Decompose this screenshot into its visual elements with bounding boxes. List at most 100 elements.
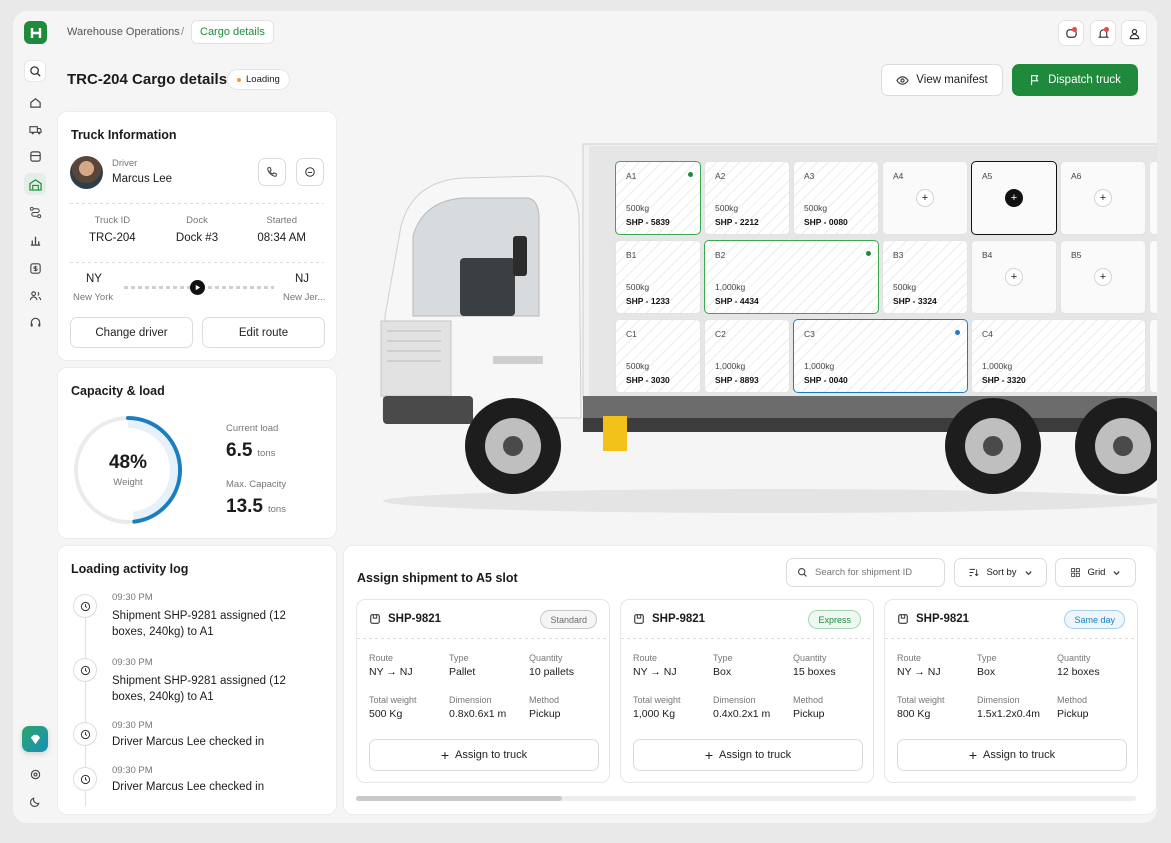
shipment-header: SHP-9821 bbox=[369, 613, 441, 625]
current-load-label: Current load bbox=[226, 423, 279, 434]
slot-weight: 500kg bbox=[626, 282, 650, 292]
shipment-card[interactable]: SHP-9821 Same day Route NY → NJ Type Box Quant… bbox=[884, 599, 1138, 783]
cargo-slot-a1[interactable]: A1 500kg SHP - 5839 bbox=[615, 161, 701, 235]
sort-icon bbox=[970, 568, 979, 577]
cargo-slot-a5[interactable]: A5 + bbox=[971, 161, 1057, 235]
slot-shipment: SHP - 0080 bbox=[804, 217, 848, 227]
shipment-header: SHP-9821 bbox=[897, 613, 969, 625]
call-driver-button[interactable] bbox=[258, 158, 286, 186]
cargo-slot-b1[interactable]: B1 500kg SHP - 1233 bbox=[615, 240, 701, 314]
sidebar-trucks[interactable] bbox=[24, 118, 46, 140]
shipment-id: SHP-9821 bbox=[652, 613, 706, 625]
cargo-slot-b6[interactable]: B6+ bbox=[1149, 240, 1157, 314]
capacity-percent: 48% bbox=[108, 452, 148, 473]
message-icon bbox=[305, 167, 315, 177]
shipment-card[interactable]: SHP-9821 Standard Route NY → NJ Type Pallet Qu… bbox=[356, 599, 610, 783]
slot-code: B2 bbox=[715, 250, 726, 260]
app-logo[interactable] bbox=[24, 21, 47, 44]
change-driver-button[interactable]: Change driver bbox=[70, 317, 193, 348]
max-capacity-label: Max. Capacity bbox=[226, 479, 287, 490]
notifications-button[interactable] bbox=[1090, 20, 1116, 46]
cargo-slot-b3[interactable]: B3 500kg SHP - 3324 bbox=[882, 240, 968, 314]
cargo-slot-c4[interactable]: C4 1,000kg SHP - 3320 bbox=[971, 319, 1146, 393]
horizontal-scrollbar-track[interactable] bbox=[356, 796, 1136, 801]
clock-icon-wrap bbox=[73, 767, 97, 791]
shipment-card[interactable]: SHP-9821 Express Route NY → NJ Type Box Quanti… bbox=[620, 599, 874, 783]
breadcrumb-parent[interactable]: Warehouse Operations bbox=[67, 26, 180, 38]
shipment-field: Type Box bbox=[713, 653, 733, 678]
sidebar-inventory[interactable] bbox=[24, 145, 46, 167]
slot-weight: 500kg bbox=[804, 203, 828, 213]
eye-icon bbox=[896, 75, 910, 85]
cargo-slot-a6[interactable]: A6 + bbox=[1060, 161, 1146, 235]
dispatch-truck-button[interactable]: Dispatch truck bbox=[1012, 64, 1138, 96]
messages-button[interactable] bbox=[1058, 20, 1084, 46]
scrollbar-thumb[interactable] bbox=[356, 796, 562, 801]
sidebar-warehouse[interactable] bbox=[24, 173, 46, 195]
diamond-icon bbox=[30, 734, 40, 744]
shipment-id: SHP-9821 bbox=[388, 613, 442, 625]
cargo-slot-b5[interactable]: B5 + bbox=[1060, 240, 1146, 314]
cargo-slot-c5[interactable]: C5+ bbox=[1149, 319, 1157, 393]
shipment-search-input[interactable] bbox=[815, 567, 935, 578]
profile-button[interactable] bbox=[1121, 20, 1147, 46]
slot-weight: 500kg bbox=[715, 203, 739, 213]
cargo-slot-a2[interactable]: A2 500kg SHP - 2212 bbox=[704, 161, 790, 235]
shipment-id: SHP-9821 bbox=[916, 613, 970, 625]
add-shipment-icon[interactable]: + bbox=[1094, 268, 1112, 286]
sidebar-home[interactable] bbox=[24, 91, 46, 113]
sidebar-team[interactable] bbox=[24, 284, 46, 306]
shipment-search[interactable] bbox=[786, 558, 945, 587]
shipment-field: Quantity 10 pallets bbox=[529, 653, 574, 678]
sidebar-support[interactable] bbox=[24, 311, 46, 333]
slot-shipment: SHP - 1233 bbox=[626, 296, 670, 306]
cargo-slot-a4[interactable]: A4 + bbox=[882, 161, 968, 235]
upgrade-button[interactable] bbox=[22, 726, 48, 752]
flag-icon bbox=[1031, 75, 1039, 86]
sidebar-analytics[interactable] bbox=[24, 229, 46, 251]
truck-fields: Truck ID TRC-204 Dock Dock #3 Started 08… bbox=[70, 215, 324, 244]
sidebar-billing[interactable] bbox=[24, 257, 46, 279]
package-icon bbox=[898, 614, 908, 624]
grid-icon bbox=[1070, 568, 1080, 577]
slot-weight: 1,000kg bbox=[715, 282, 746, 292]
slot-code: A4 bbox=[893, 171, 904, 181]
shipment-field: Method Pickup bbox=[529, 695, 561, 720]
cargo-slot-a7[interactable]: A7+ bbox=[1149, 161, 1157, 235]
shipment-badge: Standard bbox=[540, 610, 597, 629]
cargo-slot-b4[interactable]: B4 + bbox=[971, 240, 1057, 314]
slot-weight: 1,000kg bbox=[982, 361, 1013, 371]
route-truck-marker bbox=[190, 280, 205, 295]
add-shipment-icon[interactable]: + bbox=[1094, 189, 1112, 207]
sidebar-settings[interactable] bbox=[24, 763, 46, 785]
clock-icon bbox=[80, 729, 90, 739]
truck-info-title: Truck Information bbox=[71, 128, 177, 142]
cargo-slot-a3[interactable]: A3 500kg SHP - 0080 bbox=[793, 161, 879, 235]
route-to-code: NJ bbox=[295, 273, 310, 285]
slot-status-dot bbox=[955, 330, 960, 335]
edit-route-button[interactable]: Edit route bbox=[202, 317, 325, 348]
view-mode-dropdown[interactable]: Grid bbox=[1055, 558, 1136, 587]
assign-to-truck-button[interactable]: + Assign to truck bbox=[369, 739, 599, 771]
sort-by-dropdown[interactable]: Sort by bbox=[954, 558, 1047, 587]
sidebar-theme-toggle[interactable] bbox=[24, 790, 46, 812]
assign-to-truck-button[interactable]: + Assign to truck bbox=[897, 739, 1127, 771]
cargo-slot-b2[interactable]: B2 1,000kg SHP - 4434 bbox=[704, 240, 879, 314]
cargo-slot-c1[interactable]: C1 500kg SHP - 3030 bbox=[615, 319, 701, 393]
add-shipment-icon[interactable]: + bbox=[1005, 189, 1023, 207]
sidebar-search[interactable] bbox=[24, 60, 46, 82]
assign-to-truck-button[interactable]: + Assign to truck bbox=[633, 739, 863, 771]
add-shipment-icon[interactable]: + bbox=[1005, 268, 1023, 286]
cargo-slot-c3[interactable]: C3 1,000kg SHP - 0040 bbox=[793, 319, 968, 393]
user-icon bbox=[1129, 28, 1139, 39]
search-icon bbox=[798, 568, 807, 577]
max-capacity: 13.5 tons bbox=[226, 496, 286, 517]
message-driver-button[interactable] bbox=[296, 158, 324, 186]
view-manifest-button[interactable]: View manifest bbox=[881, 64, 1003, 96]
assign-title: Assign shipment to A5 slot bbox=[357, 571, 518, 585]
add-shipment-icon[interactable]: + bbox=[916, 189, 934, 207]
sidebar-routes[interactable] bbox=[24, 201, 46, 223]
cargo-slot-c2[interactable]: C2 1,000kg SHP - 8893 bbox=[704, 319, 790, 393]
breadcrumb-separator: / bbox=[181, 26, 185, 38]
divider bbox=[70, 262, 324, 263]
